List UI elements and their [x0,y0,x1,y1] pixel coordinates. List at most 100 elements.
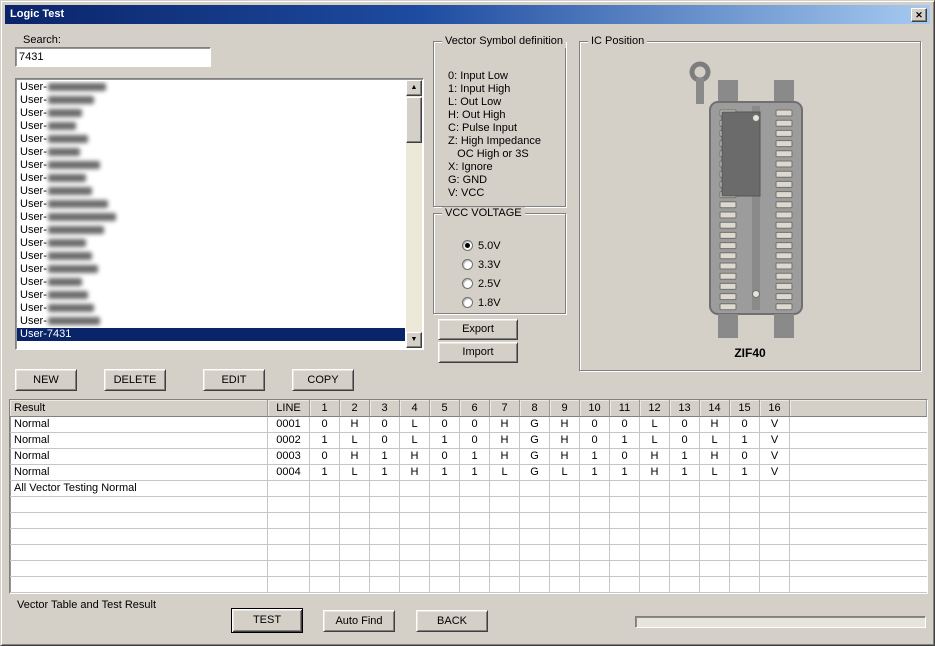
zif-pin-slot [720,222,736,228]
pin-cell: 0 [610,417,640,433]
title-bar[interactable]: Logic Test ✕ [5,5,930,24]
vcc-option-2.5V[interactable]: 2.5V [434,274,565,293]
zif-pin-slot [776,273,792,279]
vector-symbol-line: OC High or 3S [448,148,561,161]
zif-screw-hole [753,115,760,122]
radio-icon[interactable] [462,259,473,270]
list-item[interactable]: User- [17,302,405,315]
new-button[interactable]: NEW [15,369,77,391]
delete-button[interactable]: DELETE [104,369,166,391]
pin-cell: 0 [580,433,610,449]
pin-cell: 0 [370,433,400,449]
back-button[interactable]: BACK [416,610,488,632]
device-list[interactable]: User-User-User-User-User-User-User-User-… [15,78,424,350]
scroll-down-button[interactable]: ▼ [406,332,422,348]
list-item-prefix: User- [20,198,47,210]
close-button[interactable]: ✕ [911,8,927,22]
list-item[interactable]: User- [17,276,405,289]
list-item-selected[interactable]: User-7431 [17,328,405,341]
scrollbar-thumb[interactable] [406,97,422,143]
list-item[interactable]: User- [17,198,405,211]
zif-pin-slot [776,120,792,126]
pin-cell: H [700,449,730,465]
list-item-prefix: User- [20,159,47,171]
pin-cell [550,529,580,545]
table-row: Normal00021L0L10HGH01L0L1V [10,433,927,449]
list-item[interactable]: User- [17,185,405,198]
device-list-scrollbar[interactable]: ▲ ▼ [406,80,422,348]
pin-cell [400,481,430,497]
scroll-down-icon: ▼ [411,336,418,343]
list-item[interactable]: User- [17,237,405,250]
pin-cell [370,577,400,593]
import-button[interactable]: Import [438,342,518,363]
auto-find-button[interactable]: Auto Find [323,610,395,632]
radio-icon[interactable] [462,240,473,251]
vector-symbol-line: 0: Input Low [448,70,561,83]
radio-label: 1.8V [478,297,501,309]
edit-button[interactable]: EDIT [203,369,265,391]
pin-cell [490,497,520,513]
ic-position-groupbox: IC Position ZIF40 [579,41,921,371]
zif-pin-slot [776,141,792,147]
list-item[interactable]: User- [17,172,405,185]
list-item[interactable]: User- [17,146,405,159]
test-button[interactable]: TEST [231,608,303,633]
line-cell: 0001 [268,417,310,433]
pin-cell: 0 [310,417,340,433]
list-item[interactable]: User- [17,250,405,263]
pin-cell: H [490,433,520,449]
filler-cell [790,433,927,449]
vector-symbol-line: C: Pulse Input [448,122,561,135]
list-item[interactable]: User- [17,81,405,94]
list-item[interactable]: User- [17,315,405,328]
copy-button[interactable]: COPY [292,369,354,391]
pin-cell: L [550,465,580,481]
list-item-prefix: User- [20,276,47,288]
radio-icon[interactable] [462,278,473,289]
radio-label: 3.3V [478,259,501,271]
list-item-prefix: User- [20,315,47,327]
pin-cell [520,577,550,593]
pin-header: 2 [340,400,370,417]
redacted-text [48,174,86,182]
pin-cell: G [520,433,550,449]
list-item[interactable]: User- [17,289,405,302]
list-item[interactable]: User- [17,211,405,224]
vcc-option-1.8V[interactable]: 1.8V [434,293,565,312]
zif-pin-slot [720,304,736,310]
pin-cell: 1 [670,449,700,465]
pin-cell [430,545,460,561]
vcc-option-5.0V[interactable]: 5.0V [434,236,565,255]
radio-icon[interactable] [462,297,473,308]
pin-header: 7 [490,400,520,417]
zif-bottom-tab [718,314,738,338]
pin-cell [400,529,430,545]
scroll-up-button[interactable]: ▲ [406,80,422,96]
export-button[interactable]: Export [438,319,518,340]
zif-pin-slot [776,181,792,187]
list-item[interactable]: User- [17,159,405,172]
list-item[interactable]: User- [17,94,405,107]
pin-cell [580,577,610,593]
pin-cell [460,513,490,529]
pin-cell [310,481,340,497]
pin-cell [760,529,790,545]
result-cell [10,497,268,513]
pin-cell [580,529,610,545]
zif-pin-slot [776,161,792,167]
table-empty-row [10,545,927,561]
list-item[interactable]: User- [17,224,405,237]
list-item[interactable]: User- [17,263,405,276]
pin-cell [460,497,490,513]
search-input[interactable] [15,47,211,67]
list-item[interactable]: User- [17,120,405,133]
vcc-option-3.3V[interactable]: 3.3V [434,255,565,274]
pin-cell: 1 [310,433,340,449]
line-cell [268,497,310,513]
list-item-prefix: User- [20,250,47,262]
list-item[interactable]: User- [17,107,405,120]
pin-header: 8 [520,400,550,417]
pin-cell [610,513,640,529]
list-item[interactable]: User- [17,133,405,146]
